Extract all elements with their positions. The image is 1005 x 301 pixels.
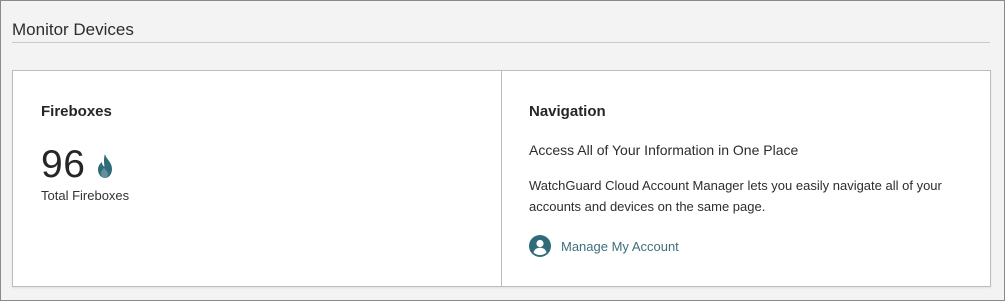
page-title: Monitor Devices [12, 20, 134, 39]
title-divider [12, 42, 990, 43]
account-circle-icon [529, 235, 551, 257]
fireboxes-count-label: Total Fireboxes [41, 188, 130, 203]
fireboxes-title: Fireboxes [41, 103, 112, 120]
manage-my-account-link[interactable]: Manage My Account [529, 235, 679, 257]
navigation-subtitle: Access All of Your Information in One Pl… [529, 142, 799, 158]
monitor-devices-frame: Monitor Devices Fireboxes 96 Total Fireb… [0, 0, 1005, 301]
summary-card: Fireboxes 96 Total Fireboxes Navigation … [12, 70, 991, 287]
manage-my-account-label[interactable]: Manage My Account [561, 239, 679, 254]
panel-divider [501, 71, 502, 286]
fireboxes-count: 96 [41, 143, 86, 186]
flame-icon [98, 154, 113, 178]
fireboxes-count-row: 96 [41, 143, 115, 187]
navigation-description: WatchGuard Cloud Account Manager lets yo… [529, 178, 942, 214]
navigation-title: Navigation [529, 103, 606, 120]
